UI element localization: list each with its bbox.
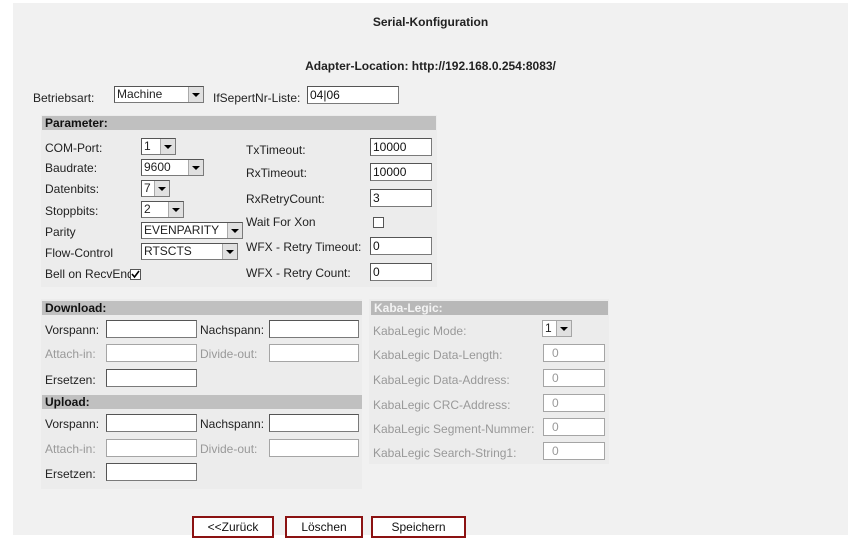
- wfx-timeout-label: WFX - Retry Timeout:: [246, 240, 362, 254]
- download-attach-label: Attach-in:: [45, 347, 96, 361]
- kabalegic-data-length-input[interactable]: [543, 344, 605, 362]
- kabalegic-mode-value: 1: [545, 321, 552, 335]
- rx-retry-label: RxRetryCount:: [246, 192, 325, 206]
- chevron-down-icon: [188, 160, 203, 175]
- baudrate-label: Baudrate:: [45, 161, 98, 175]
- download-vorspann-label: Vorspann:: [45, 323, 100, 337]
- download-nachspann-input[interactable]: [269, 320, 359, 338]
- delete-button[interactable]: Löschen: [285, 516, 363, 538]
- bell-checkbox[interactable]: [130, 269, 141, 280]
- download-divide-label: Divide-out:: [200, 347, 258, 361]
- parity-value: EVENPARITY: [144, 223, 220, 237]
- stoppbits-label: Stoppbits:: [45, 204, 99, 218]
- betriebsart-label: Betriebsart:: [33, 91, 95, 105]
- stoppbits-value: 2: [144, 202, 151, 216]
- config-page: Serial-Konfiguration Adapter-Location: h…: [13, 3, 848, 538]
- download-ersetzen-label: Ersetzen:: [45, 373, 96, 387]
- kabalegic-crc-address-label: KabaLegic CRC-Address:: [373, 398, 511, 412]
- kabalegic-data-address-input[interactable]: [543, 369, 605, 387]
- download-nachspann-label: Nachspann:: [200, 323, 265, 337]
- betriebsart-select[interactable]: Machine: [114, 86, 204, 103]
- upload-divide-input[interactable]: [269, 439, 359, 457]
- page-title: Serial-Konfiguration: [372, 15, 489, 29]
- baudrate-value: 9600: [144, 160, 171, 174]
- datenbits-label: Datenbits:: [45, 182, 100, 196]
- ifsepert-input[interactable]: [307, 86, 399, 104]
- rx-retry-input[interactable]: [370, 189, 432, 207]
- upload-vorspann-label: Vorspann:: [45, 417, 100, 431]
- kabalegic-mode-select[interactable]: 1: [542, 320, 572, 337]
- parity-select[interactable]: EVENPARITY: [141, 222, 243, 239]
- upload-attach-input[interactable]: [106, 439, 197, 457]
- kabalegic-data-address-label: KabaLegic Data-Address:: [373, 373, 510, 387]
- upload-nachspann-label: Nachspann:: [200, 417, 265, 431]
- upload-header: Upload:: [42, 395, 362, 409]
- upload-ersetzen-label: Ersetzen:: [45, 467, 96, 481]
- com-port-label: COM-Port:: [45, 141, 103, 155]
- flow-control-label: Flow-Control: [45, 246, 114, 260]
- wait-xon-checkbox[interactable]: [373, 217, 384, 228]
- upload-ersetzen-input[interactable]: [106, 463, 197, 481]
- wfx-count-input[interactable]: [370, 263, 432, 281]
- upload-nachspann-input[interactable]: [269, 414, 359, 432]
- kabalegic-search-label: KabaLegic Search-String1:: [373, 446, 517, 460]
- adapter-location: Adapter-Location: http://192.168.0.254:8…: [305, 59, 556, 73]
- kabalegic-search-input[interactable]: [543, 442, 605, 460]
- flow-control-select[interactable]: RTSCTS: [141, 243, 238, 260]
- com-port-value: 1: [144, 139, 151, 153]
- upload-vorspann-input[interactable]: [106, 414, 197, 432]
- kabalegic-crc-address-input[interactable]: [543, 394, 605, 412]
- save-button[interactable]: Speichern: [371, 516, 466, 538]
- wait-xon-label: Wait For Xon: [246, 215, 316, 229]
- download-vorspann-input[interactable]: [106, 320, 197, 338]
- kabalegic-header: Kaba-Legic:: [371, 301, 608, 315]
- stoppbits-select[interactable]: 2: [141, 201, 184, 218]
- ifsepert-label: IfSepertNr-Liste:: [213, 91, 301, 105]
- check-icon: [131, 270, 140, 279]
- flow-control-value: RTSCTS: [144, 244, 192, 258]
- kabalegic-mode-label: KabaLegic Mode:: [373, 324, 467, 338]
- com-port-select[interactable]: 1: [141, 138, 176, 155]
- tx-timeout-label: TxTimeout:: [246, 143, 306, 157]
- chevron-down-icon: [168, 202, 183, 217]
- download-divide-input[interactable]: [269, 344, 359, 362]
- download-attach-input[interactable]: [106, 344, 197, 362]
- rx-timeout-input[interactable]: [370, 163, 432, 181]
- chevron-down-icon: [188, 87, 203, 102]
- download-ersetzen-input[interactable]: [106, 369, 197, 387]
- upload-divide-label: Divide-out:: [200, 442, 258, 456]
- parity-label: Parity: [45, 225, 76, 239]
- kabalegic-segment-input[interactable]: [543, 418, 605, 436]
- wfx-count-label: WFX - Retry Count:: [246, 266, 351, 280]
- kabalegic-segment-label: KabaLegic Segment-Nummer:: [373, 422, 535, 436]
- betriebsart-select-value: Machine: [117, 87, 163, 101]
- rx-timeout-label: RxTimeout:: [246, 166, 307, 180]
- chevron-down-icon: [556, 321, 571, 336]
- baudrate-select[interactable]: 9600: [141, 159, 204, 176]
- datenbits-value: 7: [144, 181, 151, 195]
- datenbits-select[interactable]: 7: [141, 180, 170, 197]
- kabalegic-data-length-label: KabaLegic Data-Length:: [373, 348, 503, 362]
- parameter-header: Parameter:: [42, 116, 436, 130]
- upload-attach-label: Attach-in:: [45, 442, 96, 456]
- bell-label: Bell on RecvEnd: [45, 267, 134, 281]
- chevron-down-icon: [222, 244, 237, 259]
- tx-timeout-input[interactable]: [370, 138, 432, 156]
- chevron-down-icon: [160, 139, 175, 154]
- wfx-timeout-input[interactable]: [370, 237, 432, 255]
- chevron-down-icon: [227, 223, 242, 238]
- chevron-down-icon: [154, 181, 169, 196]
- back-button[interactable]: <<Zurück: [192, 516, 274, 538]
- download-header: Download:: [42, 301, 362, 315]
